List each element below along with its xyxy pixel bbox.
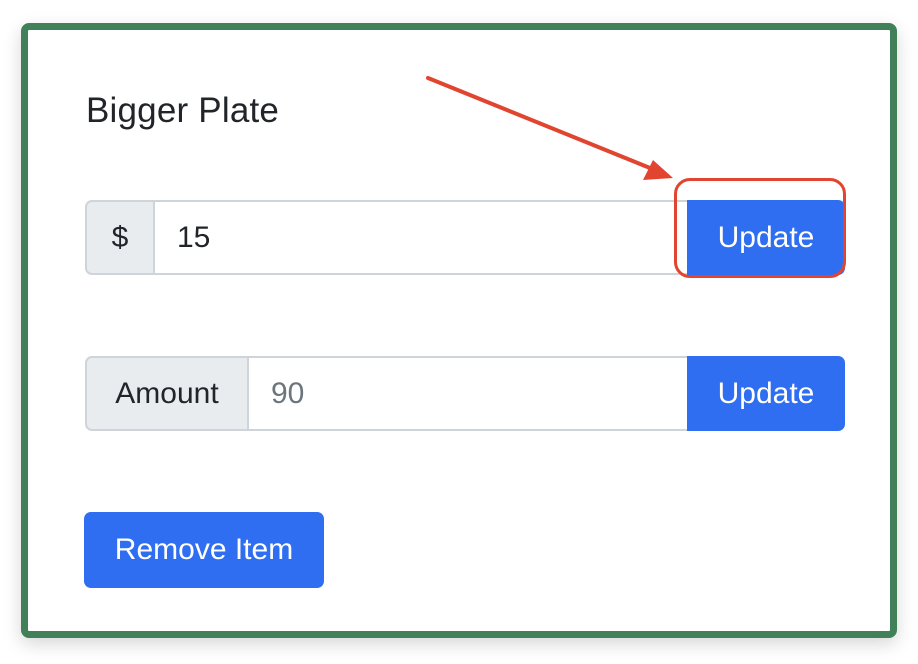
price-currency-addon: $ bbox=[85, 200, 155, 275]
screenshot-stage: Bigger Plate $ Update Amount Update Remo… bbox=[0, 0, 918, 664]
price-input[interactable] bbox=[155, 200, 687, 275]
amount-input[interactable] bbox=[249, 356, 687, 431]
price-update-button[interactable]: Update bbox=[687, 200, 845, 275]
price-input-group: $ Update bbox=[85, 200, 845, 275]
item-title: Bigger Plate bbox=[86, 91, 280, 130]
item-card: Bigger Plate $ Update Amount Update Remo… bbox=[21, 23, 897, 638]
amount-update-button[interactable]: Update bbox=[687, 356, 845, 431]
amount-label-addon: Amount bbox=[85, 356, 249, 431]
amount-input-group: Amount Update bbox=[85, 356, 845, 431]
remove-item-button[interactable]: Remove Item bbox=[84, 512, 324, 588]
